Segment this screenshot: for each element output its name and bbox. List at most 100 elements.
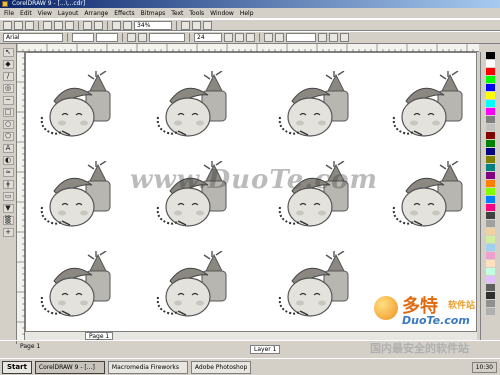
horizontal-scrollbar[interactable]: Page 1	[25, 331, 477, 340]
palette-swatch[interactable]	[486, 252, 495, 260]
palette-swatch[interactable]	[486, 244, 495, 252]
palette-swatch[interactable]	[486, 276, 495, 284]
corel-online-icon[interactable]	[192, 20, 201, 30]
shape-tool-icon[interactable]: ◆	[2, 60, 14, 69]
menu-tools[interactable]: Tools	[189, 10, 204, 17]
sticker-image[interactable]	[392, 161, 472, 233]
palette-swatch[interactable]	[486, 132, 495, 140]
palette-swatch[interactable]	[486, 156, 495, 164]
sticker-image[interactable]	[40, 161, 120, 233]
align-right-icon[interactable]	[246, 33, 255, 42]
sticker-image[interactable]	[156, 161, 236, 233]
zoom-combo[interactable]: 34%	[134, 20, 172, 30]
palette-swatch[interactable]	[486, 92, 495, 100]
palette-swatch[interactable]	[486, 148, 495, 156]
palette-swatch[interactable]	[486, 124, 495, 132]
palette-swatch[interactable]	[486, 220, 495, 228]
interactive-fill-icon[interactable]: ◐	[2, 156, 14, 165]
x-position-field[interactable]	[72, 33, 94, 42]
polygon-tool-icon[interactable]: ⬠	[2, 132, 14, 141]
italic-icon[interactable]	[138, 33, 147, 42]
palette-swatch[interactable]	[486, 84, 495, 92]
font-style-combo[interactable]	[149, 33, 185, 42]
menu-view[interactable]: View	[38, 10, 52, 17]
application-launcher-icon[interactable]	[181, 20, 190, 30]
dimension-tool-icon[interactable]: +	[2, 228, 14, 237]
drawing-canvas[interactable]	[25, 52, 477, 340]
sticker-image[interactable]	[278, 161, 358, 233]
redo-icon[interactable]	[94, 20, 103, 30]
zoom-tool-icon[interactable]: ◎	[2, 84, 14, 93]
palette-swatch[interactable]	[486, 212, 495, 220]
menu-bitmaps[interactable]: Bitmaps	[141, 10, 166, 17]
sticker-image[interactable]	[40, 71, 120, 143]
menu-layout[interactable]: Layout	[58, 10, 78, 17]
palette-swatch[interactable]	[486, 300, 495, 308]
outline-tool-icon[interactable]: ▭	[2, 192, 14, 201]
palette-swatch[interactable]	[486, 260, 495, 268]
interactive-transparency-icon[interactable]: ▒	[2, 216, 14, 225]
palette-swatch[interactable]	[486, 180, 495, 188]
text-tool-icon[interactable]: A	[2, 144, 14, 153]
palette-swatch[interactable]	[486, 308, 495, 316]
new-icon[interactable]	[3, 20, 12, 30]
palette-swatch[interactable]	[486, 292, 495, 300]
paste-icon[interactable]	[65, 20, 74, 30]
taskbar-item[interactable]: Adobe Photoshop	[190, 360, 251, 374]
menu-file[interactable]: File	[4, 10, 14, 17]
rectangle-tool-icon[interactable]: □	[2, 108, 14, 117]
fill-tool-icon[interactable]: ▼	[2, 204, 14, 213]
sticker-image[interactable]	[278, 251, 358, 323]
ellipse-tool-icon[interactable]: ○	[2, 120, 14, 129]
vertical-ruler[interactable]	[17, 51, 25, 340]
import-icon[interactable]	[112, 20, 121, 30]
sticker-image[interactable]	[156, 71, 236, 143]
freehand-tool-icon[interactable]: ~	[2, 96, 14, 105]
palette-swatch[interactable]	[486, 60, 495, 68]
to-back-icon[interactable]	[329, 33, 338, 42]
palette-swatch[interactable]	[486, 140, 495, 148]
blend-tool-icon[interactable]: ≈	[2, 168, 14, 177]
y-position-field[interactable]	[96, 33, 118, 42]
palette-swatch[interactable]	[486, 284, 495, 292]
help-icon[interactable]	[203, 20, 212, 30]
palette-swatch[interactable]	[486, 116, 495, 124]
bold-icon[interactable]	[127, 33, 136, 42]
palette-swatch[interactable]	[486, 68, 495, 76]
cut-icon[interactable]	[43, 20, 52, 30]
export-icon[interactable]	[123, 20, 132, 30]
menu-effects[interactable]: Effects	[114, 10, 134, 17]
to-front-icon[interactable]	[318, 33, 327, 42]
open-icon[interactable]	[14, 20, 23, 30]
horizontal-ruler[interactable]	[16, 44, 479, 52]
sticker-image[interactable]	[40, 251, 120, 323]
page-tab[interactable]: Page 1	[85, 332, 114, 340]
palette-swatch[interactable]	[486, 164, 495, 172]
rotate-icon[interactable]	[264, 33, 273, 42]
font-size-combo[interactable]: 24	[194, 33, 222, 42]
undo-icon[interactable]	[83, 20, 92, 30]
palette-swatch[interactable]	[486, 52, 495, 60]
outline-width-combo[interactable]	[286, 33, 316, 42]
convert-to-curves-icon[interactable]	[340, 33, 349, 42]
start-button[interactable]: Start	[2, 360, 32, 374]
sticker-image[interactable]	[392, 71, 472, 143]
sticker-image[interactable]	[156, 251, 236, 323]
palette-swatch[interactable]	[486, 204, 495, 212]
mirror-icon[interactable]	[275, 33, 284, 42]
menu-text[interactable]: Text	[171, 10, 183, 17]
align-center-icon[interactable]	[235, 33, 244, 42]
palette-swatch[interactable]	[486, 172, 495, 180]
eyedropper-tool-icon[interactable]: ǂ	[2, 180, 14, 189]
palette-swatch[interactable]	[486, 228, 495, 236]
align-left-icon[interactable]	[224, 33, 233, 42]
sticker-image[interactable]	[278, 71, 358, 143]
font-combo[interactable]: Arial	[3, 33, 63, 42]
taskbar-item[interactable]: CorelDRAW 9 - [...]	[34, 360, 105, 374]
palette-swatch[interactable]	[486, 108, 495, 116]
taskbar-item[interactable]: Macromedia Fireworks	[107, 360, 188, 374]
save-icon[interactable]	[25, 20, 34, 30]
palette-swatch[interactable]	[486, 188, 495, 196]
knife-tool-icon[interactable]: /	[2, 72, 14, 81]
palette-swatch[interactable]	[486, 76, 495, 84]
